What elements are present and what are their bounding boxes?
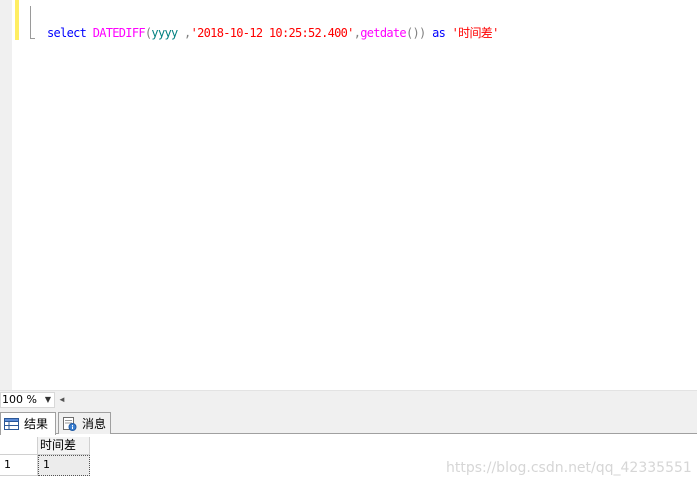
outline-fold-line: [30, 6, 31, 39]
sql-function-getdate: getdate: [360, 26, 406, 40]
results-tab-strip: 结果 消息: [0, 409, 697, 435]
outline-fold-end: [30, 38, 35, 39]
scroll-left-icon[interactable]: ◄: [58, 393, 66, 407]
sql-date-literal: '2018-10-12 10:25:52.400': [190, 26, 355, 40]
sql-keyword-select: select: [47, 26, 87, 40]
tab-results-label: 结果: [24, 417, 49, 431]
sql-code-line[interactable]: select DATEDIFF(yyyy ,'2018-10-12 10:25:…: [47, 25, 499, 41]
sql-function-datediff: DATEDIFF: [92, 26, 146, 40]
grid-select-all-corner[interactable]: [0, 437, 38, 455]
row-number[interactable]: 1: [0, 455, 38, 476]
zoom-value: 100 %: [2, 393, 37, 406]
column-header[interactable]: 时间差: [38, 437, 90, 455]
message-icon: [62, 416, 77, 431]
chevron-down-icon[interactable]: ▼: [45, 394, 51, 406]
grid-icon: [4, 417, 19, 431]
change-tracking-marker: [15, 0, 19, 40]
sql-comma: ,: [177, 26, 191, 40]
zoom-select[interactable]: 100 % ▼: [0, 392, 55, 408]
sql-alias: '时间差': [451, 26, 500, 40]
grid-cell[interactable]: 1: [38, 455, 90, 476]
watermark: https://blog.csdn.net/qq_42335551: [446, 460, 692, 476]
editor-gutter: [0, 0, 12, 390]
sql-paren-close: ): [419, 26, 426, 40]
sql-keyword-as: as: [432, 26, 446, 40]
query-editor[interactable]: select DATEDIFF(yyyy ,'2018-10-12 10:25:…: [0, 0, 697, 390]
editor-status-row: 100 % ▼ ◄: [0, 390, 697, 409]
sql-paren-inner: (): [405, 26, 420, 40]
tab-messages[interactable]: 消息: [58, 412, 111, 434]
tab-results[interactable]: 结果: [0, 412, 56, 435]
tab-messages-label: 消息: [82, 416, 107, 431]
sql-datepart: yyyy: [151, 26, 178, 40]
